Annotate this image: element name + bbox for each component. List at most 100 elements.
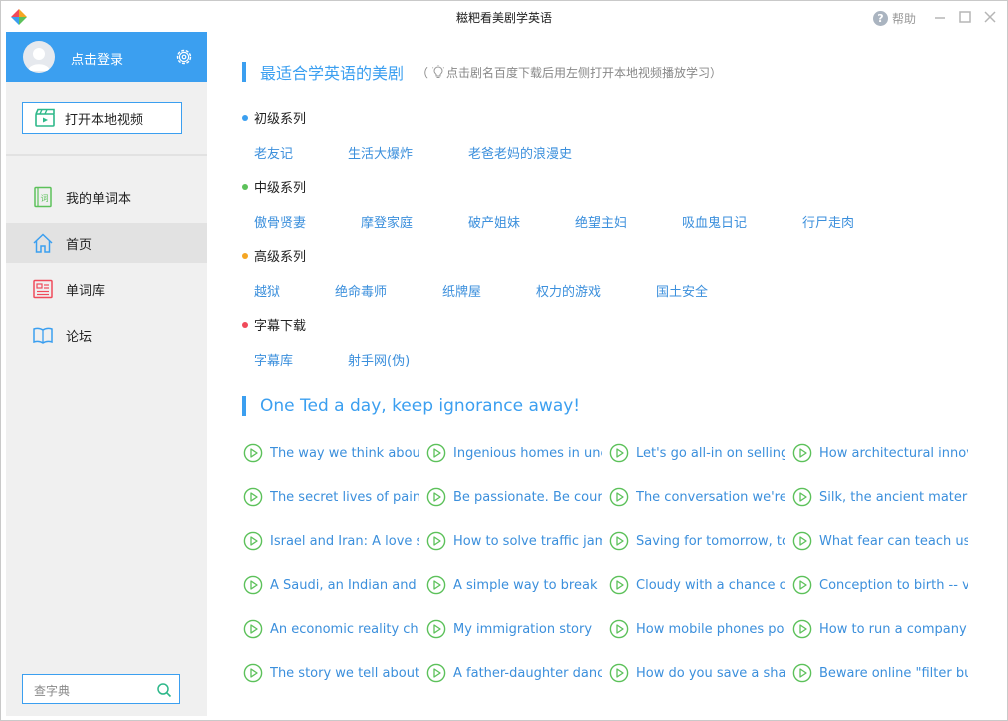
ted-talk-title: Cloudy with a chance of [636,577,785,593]
sidebar: 点击登录 打开本地视频 词 我的单词本 首页 单词库 论坛 查字典 [6,32,207,716]
hint-paren-close: ） [710,65,723,80]
sidebar-item-home[interactable]: 首页 [6,223,207,263]
ted-talk-item[interactable]: Conception to birth -- vi [792,573,968,597]
ted-talk-item[interactable]: How architectural innova [792,441,968,465]
ted-talk-item[interactable]: The secret lives of painti [243,485,419,509]
svg-text:词: 词 [41,194,49,203]
play-circle-icon [792,487,812,507]
drama-section-hint: （ 点击剧名百度下载后用左侧打开本地视频播放学习 ） [416,64,722,81]
show-link[interactable]: 老友记 [254,143,293,162]
show-link[interactable]: 老爸老妈的浪漫史 [468,143,572,162]
play-circle-icon [609,531,629,551]
show-link[interactable]: 纸牌屋 [442,281,481,300]
ted-talk-item[interactable]: Beware online "filter bub [792,661,968,685]
help-icon: ? [873,10,888,26]
ted-section-title: One Ted a day, keep ignorance away! [260,396,581,416]
dictionary-search-input[interactable] [32,681,151,700]
help-button[interactable]: ? 帮助 [873,9,916,27]
sidebar-item-label: 首页 [66,237,93,253]
sidebar-item-forum[interactable]: 论坛 [6,315,207,355]
ted-section-header: One Ted a day, keep ignorance away! [242,395,580,417]
show-link[interactable]: 生活大爆炸 [348,143,413,162]
play-circle-icon [426,619,446,639]
show-link[interactable]: 绝命毒师 [335,281,387,300]
ted-talk-item[interactable]: An economic reality che [243,617,419,641]
sidebar-nav: 词 我的单词本 首页 单词库 论坛 [6,177,207,361]
section-bar [242,396,246,416]
ted-talk-item[interactable]: The story we tell about p [243,661,419,685]
show-link[interactable]: 傲骨贤妻 [254,212,306,231]
show-link[interactable]: 摩登家庭 [361,212,413,231]
ted-talk-item[interactable]: Ingenious homes in une: [426,441,602,465]
ted-talk-title: What fear can teach us [819,533,968,549]
sidebar-item-vocabulary[interactable]: 词 我的单词本 [6,177,207,217]
avatar[interactable] [23,41,55,73]
search-icon[interactable] [156,682,172,698]
ted-talk-item[interactable]: A father-daughter dance [426,661,602,685]
ted-talk-item[interactable]: The way we think about [243,441,419,465]
main-content: 最适合学英语的美剧 （ 点击剧名百度下载后用左侧打开本地视频播放学习 ） 初级系… [207,32,1007,720]
minimize-icon[interactable] [932,9,948,25]
open-local-video-button[interactable]: 打开本地视频 [22,102,182,134]
ted-talk-item[interactable]: How to solve traffic jams [426,529,602,553]
ted-talk-item[interactable]: A simple way to break a [426,573,602,597]
ted-talk-item[interactable]: A Saudi, an Indian and a [243,573,419,597]
ted-talk-item[interactable]: The conversation we're r [609,485,785,509]
show-link[interactable]: 吸血鬼日记 [682,212,747,231]
clapperboard-icon [35,108,55,127]
dictionary-search-box [22,674,180,704]
sidebar-item-word-library[interactable]: 单词库 [6,269,207,309]
play-circle-icon [609,487,629,507]
ted-talk-row: The story we tell about p A father-daught… [243,661,973,705]
play-circle-icon [243,487,263,507]
show-link[interactable]: 绝望主妇 [575,212,627,231]
play-circle-icon [426,531,446,551]
maximize-icon[interactable] [957,9,973,25]
ted-talk-item[interactable]: Cloudy with a chance of [609,573,785,597]
series-dot [242,252,248,259]
ted-talk-item[interactable]: How do you save a shark [609,661,785,685]
app-window: 糍粑看美剧学英语 ? 帮助 点击登录 打开本地视频 词 我的单词本 首页 单词库… [0,0,1008,721]
drama-section-header: 最适合学英语的美剧 （ 点击剧名百度下载后用左侧打开本地视频播放学习 ） [242,61,722,83]
vocabulary-book-icon: 词 [34,186,52,208]
ted-talk-title: How do you save a shark [636,665,785,681]
ted-talk-item[interactable]: Saving for tomorrow, to [609,529,785,553]
ted-talk-title: Saving for tomorrow, to [636,533,785,549]
sidebar-item-label: 单词库 [66,283,106,299]
ted-talk-item[interactable]: How to run a company v [792,617,968,641]
ted-talk-item[interactable]: What fear can teach us [792,529,968,553]
show-link[interactable]: 国土安全 [656,281,708,300]
ted-talk-item[interactable]: Silk, the ancient material [792,485,968,509]
close-icon[interactable] [982,9,998,25]
ted-talk-item[interactable]: My immigration story [426,617,602,641]
ted-talk-title: How architectural innova [819,445,968,461]
ted-talk-title: Silk, the ancient material [819,489,968,505]
ted-talk-title: Let's go all-in on selling [636,445,785,461]
sidebar-divider [6,154,207,156]
lightbulb-icon [431,65,445,78]
show-link[interactable]: 行尸走肉 [802,212,854,231]
play-circle-icon [426,575,446,595]
ted-talk-grid: The way we think about Ingenious homes in… [243,441,973,705]
ted-talk-title: Conception to birth -- vi [819,577,968,593]
ted-talk-item[interactable]: How mobile phones pow [609,617,785,641]
play-circle-icon [243,443,263,463]
login-link[interactable]: 点击登录 [71,49,123,68]
show-link[interactable]: 射手网(伪) [348,350,410,369]
ted-talk-item[interactable]: Be passionate. Be courag [426,485,602,509]
ted-talk-item[interactable]: Let's go all-in on selling [609,441,785,465]
series-title: 字幕下载 [242,315,306,334]
play-circle-icon [609,443,629,463]
ted-talk-title: A Saudi, an Indian and a [270,577,419,593]
gear-icon[interactable] [175,48,193,66]
show-link[interactable]: 破产姐妹 [468,212,520,231]
play-circle-icon [243,531,263,551]
play-circle-icon [792,575,812,595]
show-link[interactable]: 越狱 [254,281,280,300]
show-link[interactable]: 字幕库 [254,350,293,369]
ted-talk-item[interactable]: Israel and Iran: A love sto [243,529,419,553]
ted-talk-title: The conversation we're r [636,489,785,505]
play-circle-icon [609,575,629,595]
ted-talk-title: How mobile phones pow [636,621,785,637]
show-link[interactable]: 权力的游戏 [536,281,601,300]
